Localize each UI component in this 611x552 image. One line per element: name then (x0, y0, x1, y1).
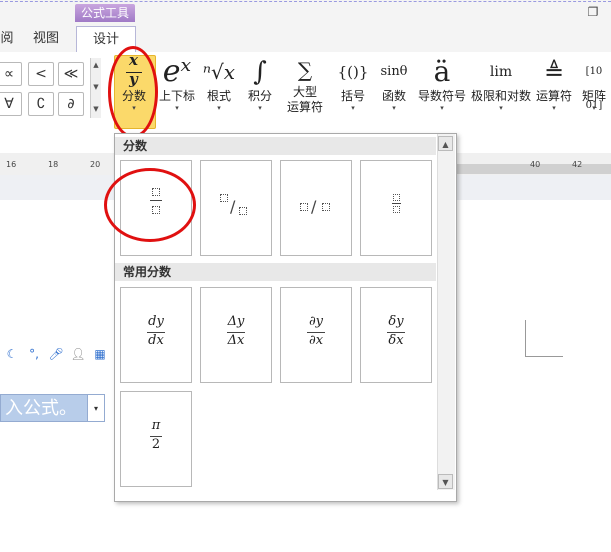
operator-icon: ≜ (543, 58, 565, 86)
symbol-for-all[interactable]: ∀ (0, 92, 22, 116)
chevron-down-icon: ▾ (175, 104, 179, 112)
chevron-down-icon: ▾ (499, 104, 503, 112)
restore-icon[interactable]: ❐ (585, 5, 601, 19)
limit-icon: lim (489, 64, 513, 80)
gallery-item-small-delta-y-delta-x[interactable]: δy δx (360, 287, 432, 383)
gallery-item-delta-y-delta-x[interactable]: Δy Δx (200, 287, 272, 383)
placeholder-box (393, 206, 400, 213)
symbol-less-than[interactable]: < (28, 62, 54, 86)
gallery-item-small-fraction[interactable] (360, 160, 432, 256)
large-operator-button[interactable]: ∑ 大型 运算符 (282, 55, 328, 127)
placeholder-box (220, 194, 228, 202)
grid-icon[interactable]: ▦ (92, 345, 108, 363)
gallery-section-fraction: 分数 (115, 137, 436, 155)
placeholder-box (322, 203, 330, 211)
symbol-gallery-scroll[interactable]: ▲ ▼ ▼ (90, 58, 101, 118)
moon-icon[interactable]: ☾ (4, 345, 20, 363)
operator-button[interactable]: ≜ 运算符 ▾ (534, 55, 574, 127)
chevron-down-icon: ▾ (392, 104, 396, 112)
ruler-tick-label: 16 (6, 160, 17, 169)
placeholder-box (300, 203, 308, 211)
resize-grip[interactable] (114, 491, 455, 500)
function-button[interactable]: sinθ 函数 ▾ (374, 55, 414, 127)
superscript-icon: eˣ (162, 54, 192, 89)
matrix-button[interactable]: [10 01] 矩阵 ▾ (576, 55, 611, 127)
page-corner-mark (525, 356, 563, 357)
gallery-section-common-fraction: 常用分数 (115, 263, 436, 281)
equation-input[interactable]: 入公式。 (0, 394, 88, 422)
radical-button[interactable]: ⁿ√x 根式 ▾ (200, 55, 238, 127)
bracket-icon: {()} (337, 63, 369, 81)
tab-view[interactable]: 视图 (22, 26, 70, 51)
integral-button[interactable]: ∫ 积分 ▾ (240, 55, 280, 127)
gallery-item-skewed-fraction[interactable]: / (200, 160, 272, 256)
radical-icon: ⁿ√x (202, 60, 236, 84)
integral-icon: ∫ (253, 57, 267, 87)
scroll-up-icon[interactable]: ▲ (92, 60, 100, 70)
ruler-tick-label: 20 (90, 160, 101, 169)
gallery-item-partial-y-partial-x[interactable]: ∂y ∂x (280, 287, 352, 383)
chevron-down-icon: ▾ (217, 104, 221, 112)
gallery-scrollbar[interactable] (437, 134, 455, 490)
chevron-down-icon: ▾ (258, 104, 262, 112)
symbol-much-less[interactable]: ≪ (58, 62, 84, 86)
equation-options-dropdown[interactable]: ▾ (88, 394, 105, 422)
symbol-proportional[interactable]: ∝ (0, 62, 22, 86)
symbol-complement[interactable]: ∁ (28, 92, 54, 116)
page-corner-mark (525, 320, 526, 356)
placeholder-box (393, 194, 400, 201)
function-icon: sinθ (380, 64, 408, 79)
scroll-down-icon[interactable]: ▼ (92, 82, 100, 92)
limit-log-button[interactable]: lim 极限和对数 ▾ (470, 55, 532, 127)
symbol-partial[interactable]: ∂ (58, 92, 84, 116)
more-icon[interactable]: ▼ (92, 104, 100, 114)
tab-review[interactable]: 阅 (0, 26, 14, 51)
summation-icon: ∑ (297, 58, 313, 82)
annotation-circle (104, 168, 196, 242)
script-button[interactable]: eˣ 上下标 ▾ (156, 55, 198, 127)
ruler-tick-label: 40 (530, 160, 541, 169)
user-icon[interactable]: 👤︎ (70, 345, 86, 363)
scroll-up-icon[interactable]: ▲ (438, 136, 453, 151)
annotation-circle (108, 46, 158, 138)
chevron-down-icon: ▾ (440, 104, 444, 112)
chevron-down-icon: ▾ (351, 104, 355, 112)
accent-button[interactable]: ä 导数符号 ▾ (416, 55, 468, 127)
title-divider (0, 1, 611, 2)
gallery-item-dy-dx[interactable]: dy dx (120, 287, 192, 383)
chevron-down-icon: ▾ (552, 104, 556, 112)
gallery-item-linear-fraction[interactable]: / (280, 160, 352, 256)
placeholder-box (239, 207, 247, 215)
ime-toolbar: ☾ °, 🎤︎ 👤︎ ▦ (0, 345, 115, 365)
accent-icon: ä (433, 55, 451, 88)
chevron-down-icon: ▾ (592, 104, 596, 112)
scroll-down-icon[interactable]: ▼ (438, 474, 453, 489)
punctuation-icon[interactable]: °, (26, 345, 42, 363)
matrix-icon: [10 01] (585, 66, 603, 111)
ruler-tick-label: 42 (572, 160, 583, 169)
gallery-item-pi-over-2[interactable]: π 2 (120, 391, 192, 487)
bracket-button[interactable]: {()} 括号 ▾ (334, 55, 372, 127)
ruler-tick-label: 18 (48, 160, 59, 169)
context-tab-equation-tools[interactable]: 公式工具 (75, 4, 135, 22)
microphone-icon[interactable]: 🎤︎ (48, 345, 64, 363)
